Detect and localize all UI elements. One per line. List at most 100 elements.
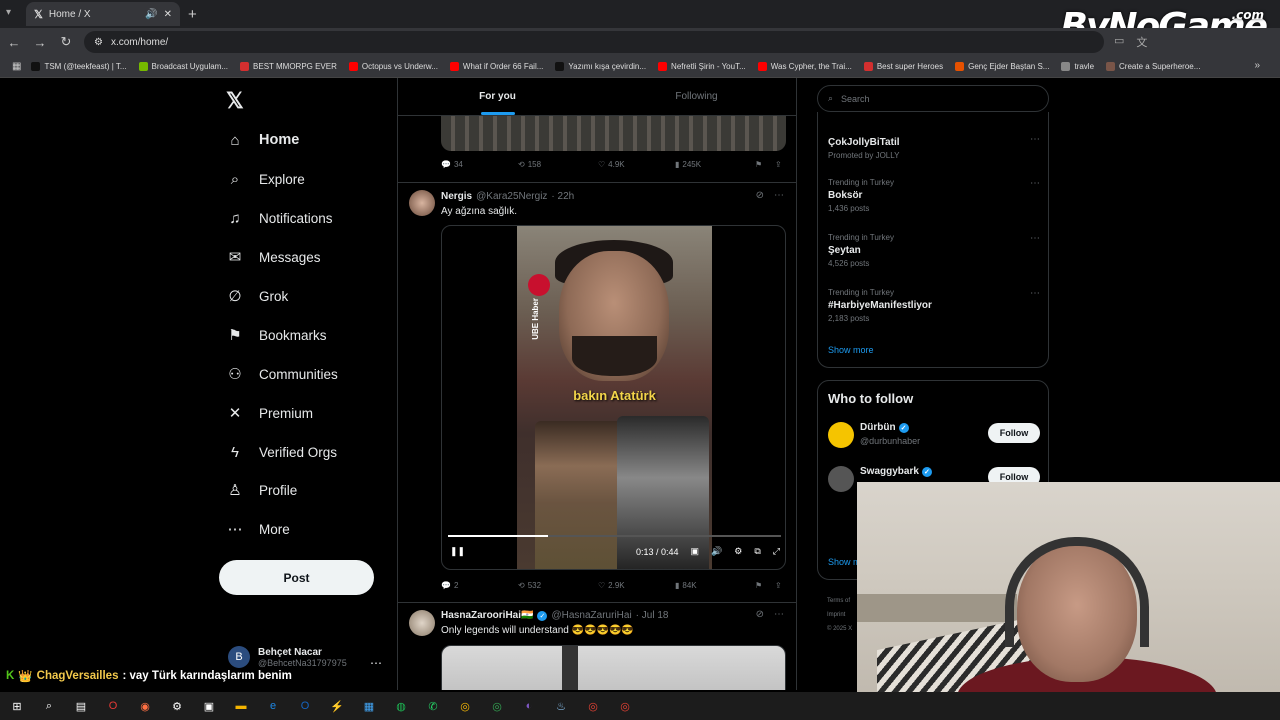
trend-item[interactable]: Trending in Turkey Şeytan 4,526 posts ⋯	[828, 233, 1040, 268]
new-tab-button[interactable]: +	[188, 6, 197, 23]
search-input[interactable]: ⌕ Search	[817, 85, 1049, 112]
nav-item-messages[interactable]: ✉ Messages	[226, 246, 321, 268]
trend-item[interactable]: Trending in Turkey #HarbiyeManifestliyor 2…	[828, 288, 1040, 323]
opera-icon[interactable]: O	[104, 697, 122, 715]
store-icon[interactable]: ▣	[200, 697, 218, 715]
tab-for-you[interactable]: For you	[398, 78, 597, 115]
url-input[interactable]: ⚙ x.com/home/	[84, 31, 1104, 53]
fullscreen-icon[interactable]: ⤢	[773, 546, 780, 557]
bookmark-item[interactable]: TSM (@teekfeast) | T...	[31, 62, 127, 71]
settings-gear-icon[interactable]: ⚙	[734, 546, 742, 557]
repost-button[interactable]: ⟲ 532	[518, 581, 598, 590]
bookmark-icon[interactable]: ⚑	[755, 581, 775, 590]
views-button[interactable]: ▮ 245K	[675, 160, 755, 169]
tweet-more-icon[interactable]: ⋯	[774, 190, 784, 201]
trend-more-icon[interactable]: ⋯	[1030, 233, 1040, 244]
tweet-time[interactable]: · 22h	[551, 191, 574, 202]
share-icon[interactable]: ⇪	[775, 160, 782, 169]
chrome-icon[interactable]: ◎	[584, 697, 602, 715]
task-view-icon[interactable]: ▤	[72, 697, 90, 715]
trend-more-icon[interactable]: ⋯	[1030, 134, 1040, 145]
tweet-video-player[interactable]: UBE Haber bakın Atatürk ❚❚ 0:13 / 0:44 ▣…	[441, 225, 786, 570]
tab-audio-icon[interactable]: 🔊	[145, 9, 157, 20]
tweet-media[interactable]	[441, 645, 786, 690]
file-explorer-icon[interactable]: ▬	[232, 697, 250, 715]
follow-suggestion[interactable]: Dürbün ✓ @durbunhaber Follow	[828, 420, 1040, 450]
post-button[interactable]: Post	[219, 560, 374, 595]
nav-item-grok[interactable]: ∅ Grok	[226, 285, 288, 307]
bookmarks-overflow-icon[interactable]: »	[1254, 60, 1260, 71]
app-icon[interactable]: ▦	[360, 697, 378, 715]
app-icon[interactable]: ⚡	[328, 697, 346, 715]
steam-icon[interactable]: ♨	[552, 697, 570, 715]
bookmark-item[interactable]: Octopus vs Underw...	[348, 62, 438, 71]
bookmark-item[interactable]: What if Order 66 Fail...	[449, 62, 543, 71]
bookmark-item[interactable]: Broadcast Uygulam...	[138, 62, 228, 71]
trend-more-icon[interactable]: ⋯	[1030, 178, 1040, 189]
bookmark-item[interactable]: Create a Superheroe...	[1106, 62, 1200, 71]
avatar[interactable]	[409, 610, 435, 636]
chrome-icon[interactable]: ◎	[488, 697, 506, 715]
tweet-author-handle[interactable]: @Kara25Nergiz	[476, 191, 547, 202]
bookmark-icon[interactable]: ⚑	[755, 160, 775, 169]
windows-start-icon[interactable]: ⊞	[8, 697, 26, 715]
trend-item[interactable]: Trending in Turkey Boksör 1,436 posts ⋯	[828, 178, 1040, 213]
bookmark-item[interactable]: travle	[1061, 62, 1094, 71]
x-logo-icon[interactable]: 𝕏	[226, 88, 244, 114]
whatsapp-icon[interactable]: ✆	[424, 697, 442, 715]
tab-close-icon[interactable]: ✕	[164, 9, 172, 20]
like-button[interactable]: ♡ 4.9K	[598, 160, 675, 169]
apps-grid-icon[interactable]: ▦	[12, 61, 21, 72]
avatar[interactable]	[828, 422, 854, 448]
tweet-author-name[interactable]: HasnaZarooriHai🇮🇳	[441, 610, 533, 621]
bookmark-item[interactable]: Nefretli Şirin - YouT...	[658, 62, 746, 71]
tab-search-icon[interactable]: ▾	[6, 7, 11, 18]
grok-icon[interactable]: ⊘	[756, 190, 764, 201]
pause-icon[interactable]: ❚❚	[450, 546, 465, 557]
reply-button[interactable]: 💬 2	[441, 581, 518, 590]
trend-more-icon[interactable]: ⋯	[1030, 288, 1040, 299]
discord-icon[interactable]: ◐	[520, 697, 538, 715]
repost-button[interactable]: ⟲ 158	[518, 160, 598, 169]
grok-icon[interactable]: ⊘	[756, 609, 764, 620]
nav-item-notifications[interactable]: ♫ Notifications	[226, 207, 332, 229]
bookmark-item[interactable]: Yazımı kışa çevirdin...	[555, 62, 646, 71]
firefox-icon[interactable]: ◉	[136, 697, 154, 715]
previous-tweet-media[interactable]	[441, 116, 786, 151]
tweet-author-name[interactable]: Nergis	[441, 191, 472, 202]
tab-following[interactable]: Following	[597, 78, 796, 115]
outlook-icon[interactable]: O	[296, 697, 314, 715]
taskbar-search-icon[interactable]: ⌕	[40, 697, 58, 715]
site-info-icon[interactable]: ⚙	[94, 37, 103, 48]
volume-icon[interactable]: 🔊	[711, 546, 722, 557]
chrome-icon[interactable]: ◎	[616, 697, 634, 715]
browser-tab[interactable]: 𝕏 Home / X 🔊 ✕	[26, 2, 180, 26]
nav-item-home[interactable]: ⌂ Home	[226, 129, 299, 151]
account-switcher[interactable]: B Behçet Nacar @BehcetNa31797975	[228, 646, 347, 668]
follow-button[interactable]: Follow	[988, 423, 1040, 443]
like-button[interactable]: ♡ 2.9K	[598, 581, 675, 590]
footer-link[interactable]: Terms of	[827, 594, 852, 608]
show-more-link[interactable]: Show m	[828, 557, 861, 567]
chrome-icon[interactable]: ◎	[456, 697, 474, 715]
bookmark-item[interactable]: BEST MMORPG EVER	[240, 62, 337, 71]
captions-icon[interactable]: ▣	[691, 546, 700, 557]
forward-icon[interactable]: →	[28, 35, 52, 50]
bookmark-item[interactable]: Was Cypher, the Trai...	[757, 62, 852, 71]
bookmark-item[interactable]: Best super Heroes	[863, 62, 943, 71]
show-more-link[interactable]: Show more	[828, 345, 874, 355]
tweet-more-icon[interactable]: ⋯	[774, 609, 784, 620]
tweet-author-handle[interactable]: @HasnaZaruriHai	[551, 610, 631, 621]
share-icon[interactable]: ⇪	[775, 581, 782, 590]
translate-icon[interactable]: 文	[1136, 34, 1147, 50]
app-icon[interactable]: ⚙	[168, 697, 186, 715]
spotify-icon[interactable]: ◍	[392, 697, 410, 715]
nav-item-bookmarks[interactable]: ⚑ Bookmarks	[226, 324, 326, 346]
edge-icon[interactable]: e	[264, 697, 282, 715]
reload-icon[interactable]: ↻	[54, 34, 78, 50]
nav-item-premium[interactable]: ✕ Premium	[226, 402, 313, 424]
video-progress-bar[interactable]	[448, 535, 781, 537]
nav-item-profile[interactable]: ♙ Profile	[226, 479, 297, 501]
account-more-icon[interactable]: ⋯	[370, 656, 382, 670]
footer-link[interactable]: Imprint	[827, 608, 852, 622]
